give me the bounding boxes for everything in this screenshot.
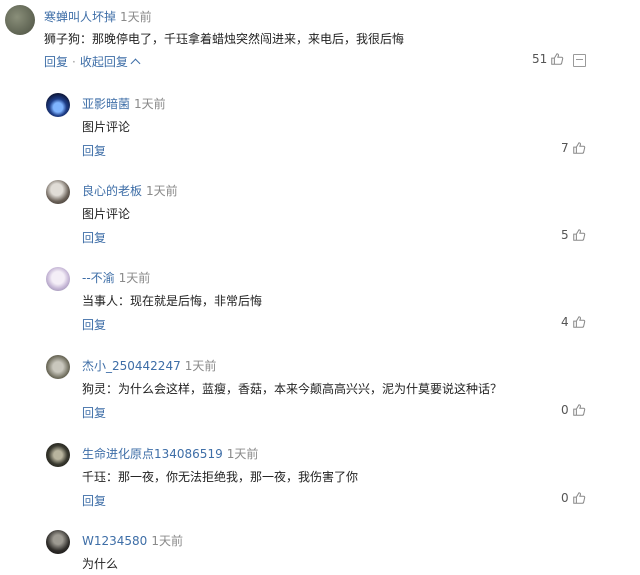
- reply-text: 图片评论: [82, 120, 131, 134]
- reply-button[interactable]: 回复: [82, 231, 106, 245]
- report-icon[interactable]: [573, 54, 586, 67]
- like-count: 7: [561, 141, 569, 155]
- reply-username[interactable]: --不渝 1天前: [82, 269, 150, 286]
- timestamp: 1天前: [151, 534, 183, 548]
- comment-thread: 寒蝉叫人坏掉 1天前 狮子狗：那晚停电了，千珏拿着蜡烛突然闯进来，来电后，我很后悔…: [0, 0, 640, 575]
- thumbs-up-icon: [572, 316, 585, 328]
- username-text[interactable]: --不渝: [82, 271, 115, 285]
- reply-username[interactable]: 生命进化原点134086519 1天前: [82, 445, 258, 462]
- reply-username[interactable]: 杰小_250442247 1天前: [82, 357, 216, 374]
- like-button[interactable]: 0: [561, 491, 586, 505]
- timestamp: 1天前: [184, 359, 217, 373]
- top-comment-username[interactable]: 寒蝉叫人坏掉 1天前: [44, 8, 152, 25]
- collapse-replies-button[interactable]: 收起回复: [79, 55, 141, 69]
- timestamp: 1天前: [146, 184, 178, 198]
- username-text[interactable]: 亚影暗菌: [82, 97, 130, 111]
- reply-text: 狗灵：为什么会这样，蓝瘦，香菇，本来今颠高高兴兴，泥为什莫要说这种话？: [82, 382, 503, 396]
- reply-actions: 回复: [82, 492, 106, 509]
- reply-actions: 回复: [82, 142, 106, 159]
- reply-text: 图片评论: [82, 207, 131, 221]
- like-count: 0: [561, 403, 569, 417]
- reply-actions: 回复: [82, 404, 106, 421]
- separator: ·: [72, 55, 76, 69]
- timestamp: 1天前: [226, 447, 259, 461]
- collapse-replies-label: 收起回复: [79, 55, 128, 69]
- username-text[interactable]: 良心的老板: [82, 184, 142, 198]
- avatar[interactable]: [46, 180, 70, 204]
- chevron-up-icon: [130, 58, 141, 69]
- timestamp: 1天前: [120, 10, 152, 24]
- username-text[interactable]: 杰小_250442247: [82, 359, 181, 373]
- timestamp: 1天前: [134, 97, 166, 111]
- reply-actions: 回复: [82, 229, 106, 246]
- like-button[interactable]: 7: [561, 141, 586, 155]
- like-count: 0: [561, 491, 569, 505]
- like-button[interactable]: 4: [561, 315, 586, 329]
- avatar[interactable]: [46, 355, 70, 379]
- avatar[interactable]: [46, 443, 70, 467]
- username-text[interactable]: 生命进化原点134086519: [82, 447, 223, 461]
- like-count: 5: [561, 228, 569, 242]
- reply-actions: 回复: [82, 316, 106, 333]
- reply-button[interactable]: 回复: [82, 494, 106, 508]
- thumbs-up-icon: [572, 229, 585, 241]
- thumbs-up-icon: [572, 404, 585, 416]
- timestamp: 1天前: [118, 271, 151, 285]
- reply-text: 千珏：那一夜，你无法拒绝我，那一夜，我伤害了你: [82, 470, 359, 484]
- like-button[interactable]: 5: [561, 228, 586, 242]
- reply-button[interactable]: 回复: [82, 318, 106, 332]
- reply-button[interactable]: 回复: [82, 144, 106, 158]
- top-comment-text: 狮子狗：那晚停电了，千珏拿着蜡烛突然闯进来，来电后，我很后悔: [44, 32, 405, 46]
- reply-username[interactable]: 亚影暗菌 1天前: [82, 95, 166, 112]
- thumbs-up-icon: [572, 142, 585, 154]
- avatar[interactable]: [46, 93, 70, 117]
- avatar[interactable]: [46, 530, 70, 554]
- top-comment-actions: 回复 · 收起回复: [44, 53, 141, 70]
- reply-button[interactable]: 回复: [82, 406, 106, 420]
- username-text[interactable]: W1234580: [82, 534, 147, 548]
- thumbs-up-icon: [551, 53, 564, 65]
- avatar[interactable]: [5, 5, 35, 35]
- thumbs-up-icon: [572, 492, 585, 504]
- like-button[interactable]: 0: [561, 403, 586, 417]
- like-count: 4: [561, 315, 569, 329]
- reply-text: 当事人：现在就是后悔，非常后悔: [82, 294, 263, 308]
- username-text[interactable]: 寒蝉叫人坏掉: [44, 10, 116, 24]
- avatar[interactable]: [46, 267, 70, 291]
- reply-username[interactable]: 良心的老板 1天前: [82, 182, 178, 199]
- reply-username[interactable]: W1234580 1天前: [82, 532, 183, 549]
- like-count: 51: [532, 52, 548, 66]
- reply-text: 为什么: [82, 557, 119, 571]
- like-button[interactable]: 51: [532, 52, 564, 66]
- reply-button[interactable]: 回复: [44, 55, 68, 69]
